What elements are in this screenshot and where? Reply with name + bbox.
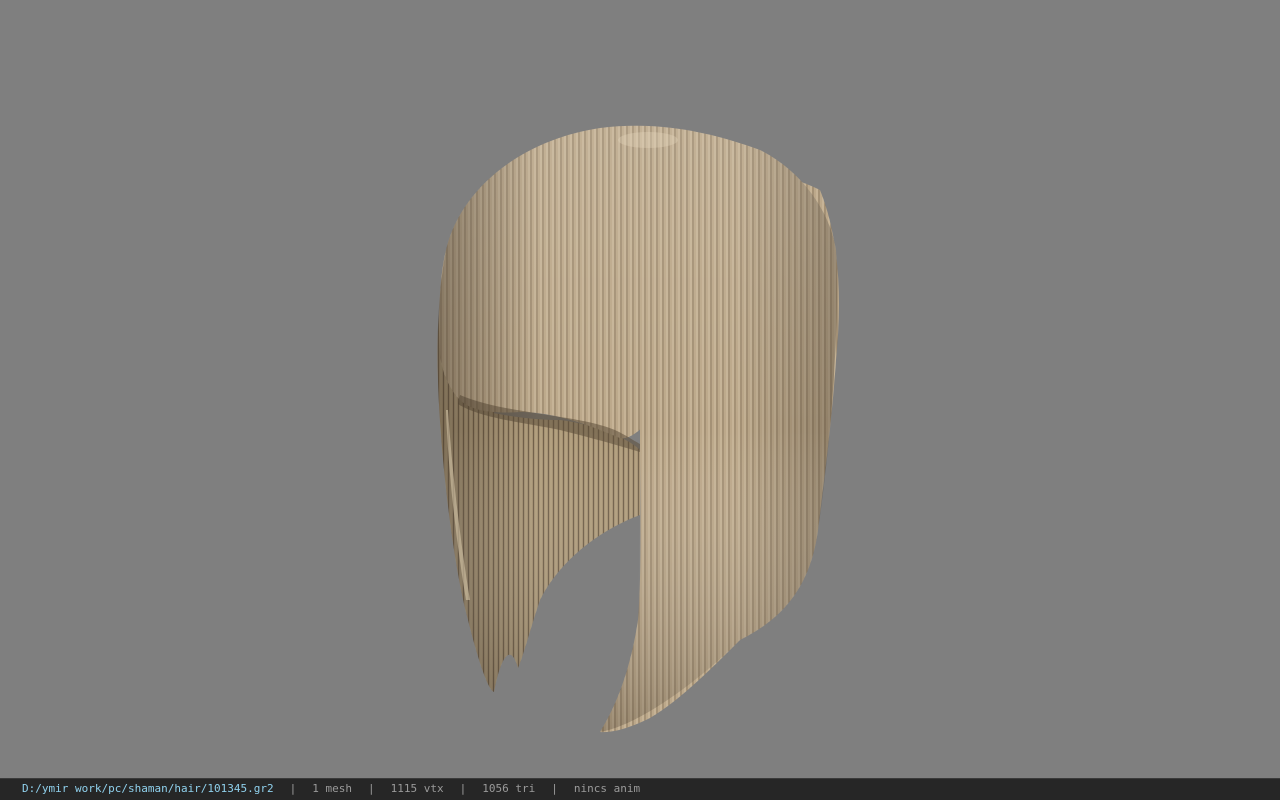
model-viewport[interactable] [0, 0, 1280, 778]
separator: | [289, 782, 297, 795]
file-path: D:/ymir work/pc/shaman/hair/101345.gr2 [22, 782, 274, 795]
separator: | [368, 782, 375, 795]
separator: | [551, 782, 558, 795]
triangle-count: 1056 tri [482, 782, 536, 795]
vertex-count: 1115 vtx [390, 782, 444, 795]
separator: | [459, 782, 467, 795]
mesh-count: 1 mesh [312, 782, 353, 795]
status-bar: D:/ymir work/pc/shaman/hair/101345.gr2 | 1… [0, 778, 1280, 800]
hair-model-render [437, 125, 839, 733]
animation-status: nincs anim [573, 782, 641, 795]
